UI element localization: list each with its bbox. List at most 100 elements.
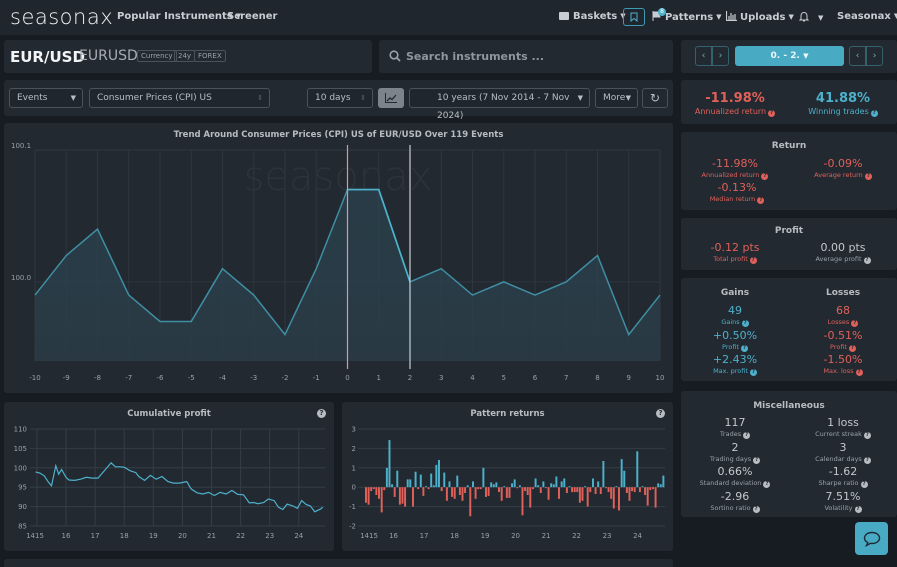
pattern-return-bar: [524, 487, 527, 492]
pattern-return-bar: [456, 475, 459, 488]
bookmark-button[interactable]: [623, 8, 645, 26]
losses-title: Losses: [825, 288, 861, 298]
pattern-return-bar: [516, 487, 519, 489]
mode-select[interactable]: Events ▼: [9, 88, 83, 108]
help-icon[interactable]: ?: [740, 345, 748, 352]
pattern-return-bar: [406, 479, 409, 488]
popular-instruments-menu[interactable]: Popular Instruments ▼: [117, 11, 241, 22]
pattern-return-bar: [490, 482, 493, 488]
x-tick-label: 24: [633, 532, 642, 540]
help-icon[interactable]: ?: [870, 110, 878, 117]
reset-button[interactable]: ↻: [642, 88, 668, 108]
prev-end-button[interactable]: ‹: [849, 46, 866, 66]
period-select[interactable]: 10 years (7 Nov 2014 - 7 Nov 2024) ▼: [409, 88, 590, 121]
baskets-menu[interactable]: Baskets ▼: [559, 11, 626, 22]
pattern-return-bar: [568, 486, 571, 488]
stat-total-profit: -0.12 pts Total profit?: [681, 241, 789, 264]
stat-label: Average profit?: [789, 255, 897, 264]
misc-stat: 2 Trading days?: [681, 441, 789, 464]
pattern-return-bar: [453, 487, 456, 499]
account-menu[interactable]: Seasonax ▼: [837, 11, 897, 22]
help-icon[interactable]: ?: [763, 481, 771, 488]
stat-label-text: Annualized return: [694, 107, 767, 116]
pattern-return-bar: [565, 487, 568, 493]
instrument-symbol: EURUSD: [79, 48, 138, 64]
stat-label: Current streak?: [789, 430, 897, 439]
pattern-return-bar: [365, 487, 367, 503]
help-icon[interactable]: ?: [863, 456, 871, 464]
caret-down-icon: ▼: [716, 13, 722, 21]
help-icon[interactable]: ?: [860, 481, 868, 488]
stat-label-text: Volatility: [824, 503, 853, 512]
x-tick-label: 9: [627, 374, 631, 382]
help-icon[interactable]: ?: [761, 173, 769, 180]
help-icon[interactable]: ?: [864, 173, 872, 180]
pattern-return-bar: [560, 481, 563, 488]
screener-link[interactable]: Screener: [227, 11, 277, 22]
seasonax-logo[interactable]: seasonax: [10, 5, 113, 29]
uploads-menu[interactable]: Uploads ▼: [725, 11, 794, 23]
return-panel: Return -11.98% Annualized return? -0.09% A…: [681, 132, 897, 210]
summary-winning-trades: 41.88% Winning trades?: [789, 91, 897, 117]
window-select[interactable]: 10 days ⇕: [307, 88, 373, 108]
pattern-return-bar: [508, 487, 511, 498]
notifications-menu[interactable]: ▼: [798, 11, 823, 24]
stat-label-text: Winning trades: [808, 107, 869, 116]
next-end-button[interactable]: ›: [866, 46, 883, 66]
caret-down-icon: ▼: [70, 94, 76, 102]
help-icon[interactable]: ?: [749, 369, 757, 376]
patterns-count-badge: 8: [658, 8, 666, 16]
event-select[interactable]: Consumer Prices (CPI) US ⇕: [89, 88, 270, 108]
stat-max-loss: -1.50% Max. loss?: [789, 353, 897, 376]
chat-button[interactable]: [855, 522, 888, 555]
pattern-return-bar: [391, 484, 394, 488]
more-label: More: [603, 93, 626, 103]
prev-start-button[interactable]: ‹: [695, 46, 712, 66]
stat-max-profit: +2.43% Max. profit?: [681, 353, 789, 376]
range-dropdown[interactable]: 0. - 2. ▼: [735, 46, 844, 66]
y-tick-label: 85: [18, 523, 27, 531]
help-icon[interactable]: ?: [854, 505, 862, 513]
x-tick-label: 16: [62, 532, 71, 540]
help-icon[interactable]: ?: [855, 369, 863, 376]
search-input[interactable]: Search instruments ...: [406, 50, 544, 63]
help-icon[interactable]: ?: [741, 320, 749, 327]
help-icon[interactable]: ?: [863, 257, 871, 264]
next-start-button[interactable]: ›: [712, 46, 729, 66]
pattern-return-bar: [440, 487, 443, 492]
stat-label-text: Average profit: [815, 255, 862, 263]
help-icon[interactable]: ?: [656, 409, 665, 418]
return-title: Return: [771, 141, 807, 151]
stat-label: Sortino ratio?: [681, 504, 789, 513]
help-icon[interactable]: ?: [863, 432, 871, 439]
chart-type-button[interactable]: [378, 88, 404, 108]
stat-label-text: Trades: [719, 430, 742, 438]
pattern-return-bar: [375, 487, 378, 495]
x-tick-label: 18: [450, 532, 459, 540]
pattern-return-bar: [584, 486, 587, 488]
help-icon[interactable]: ?: [757, 197, 765, 204]
pattern-return-bar: [659, 484, 662, 488]
help-icon[interactable]: ?: [851, 320, 859, 327]
help-icon[interactable]: ?: [848, 345, 856, 352]
x-tick-label: 18: [120, 532, 129, 540]
pattern-return-bar: [526, 487, 529, 495]
pattern-return-bar: [607, 487, 610, 493]
pattern-returns-title: Pattern returns: [470, 409, 545, 419]
y-tick-label: 90: [18, 503, 27, 511]
stat-value: +2.43%: [712, 353, 758, 366]
pattern-return-bar: [479, 487, 482, 490]
pattern-return-bar: [605, 487, 607, 489]
pattern-return-bar: [370, 487, 373, 492]
pattern-return-bar: [472, 481, 474, 488]
help-icon[interactable]: ?: [752, 505, 760, 513]
help-icon[interactable]: ?: [743, 432, 751, 439]
more-button[interactable]: More ▼: [595, 88, 638, 108]
x-tick-label: -7: [125, 374, 132, 382]
help-icon[interactable]: ?: [753, 456, 761, 464]
y-tick-label: -2: [349, 523, 356, 531]
help-icon[interactable]: ?: [768, 110, 776, 117]
pattern-return-bar: [427, 487, 430, 490]
help-icon[interactable]: ?: [749, 257, 757, 264]
help-icon[interactable]: ?: [317, 409, 326, 418]
